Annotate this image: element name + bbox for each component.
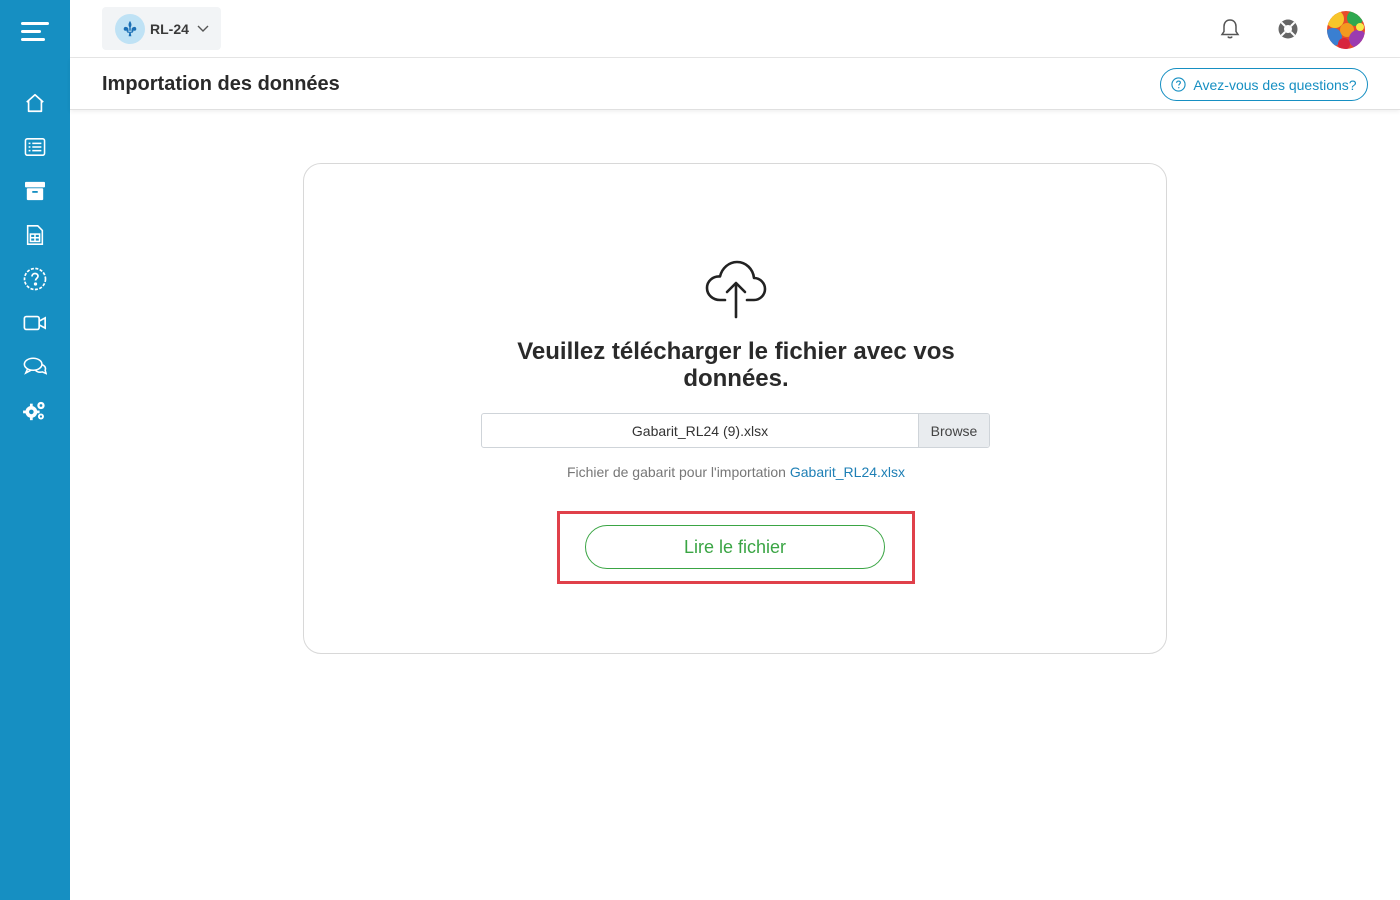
selected-file-name[interactable]: Gabarit_RL24 (9).xlsx (482, 414, 918, 447)
page-title: Importation des données (102, 73, 340, 95)
list-icon[interactable] (20, 132, 50, 162)
user-avatar[interactable] (1327, 11, 1365, 49)
video-icon[interactable] (20, 308, 50, 338)
template-download-link[interactable]: Gabarit_RL24.xlsx (790, 464, 905, 480)
help-questions-button[interactable]: Avez-vous des questions? (1160, 68, 1368, 101)
template-note-text: Fichier de gabarit pour l'importation (566, 464, 786, 480)
upload-heading: Veuillez télécharger le fichier avec vos… (517, 338, 955, 392)
page-header: Importation des données Avez-vous des qu… (70, 58, 1400, 110)
question-circle-icon (1171, 77, 1187, 92)
spreadsheet-icon[interactable] (20, 220, 50, 250)
lifebuoy-icon[interactable] (1276, 17, 1300, 41)
chat-icon[interactable] (20, 352, 50, 382)
help-button-label: Avez-vous des questions? (1193, 76, 1357, 93)
menu-toggle-icon[interactable] (21, 20, 49, 42)
template-note: Fichier de gabarit pour l'importation Ga… (304, 464, 1168, 480)
settings-gears-icon[interactable] (20, 396, 50, 426)
top-bar: RL-24 (70, 0, 1400, 58)
fleur-de-lis-icon (115, 13, 145, 44)
chevron-down-icon (197, 25, 209, 32)
read-file-button[interactable]: Lire le fichier (585, 525, 885, 569)
help-circle-icon[interactable] (20, 264, 50, 294)
upload-card: Veuillez télécharger le fichier avec vos… (303, 163, 1167, 654)
project-name: RL-24 (150, 20, 189, 37)
browse-button[interactable]: Browse (918, 414, 989, 447)
file-input[interactable]: Gabarit_RL24 (9).xlsx Browse (481, 413, 990, 448)
home-icon[interactable] (20, 88, 50, 118)
bell-icon[interactable] (1218, 17, 1242, 41)
archive-icon[interactable] (20, 176, 50, 206)
cloud-upload-icon (704, 260, 768, 320)
sidebar (0, 0, 70, 900)
project-selector[interactable]: RL-24 (102, 7, 221, 50)
